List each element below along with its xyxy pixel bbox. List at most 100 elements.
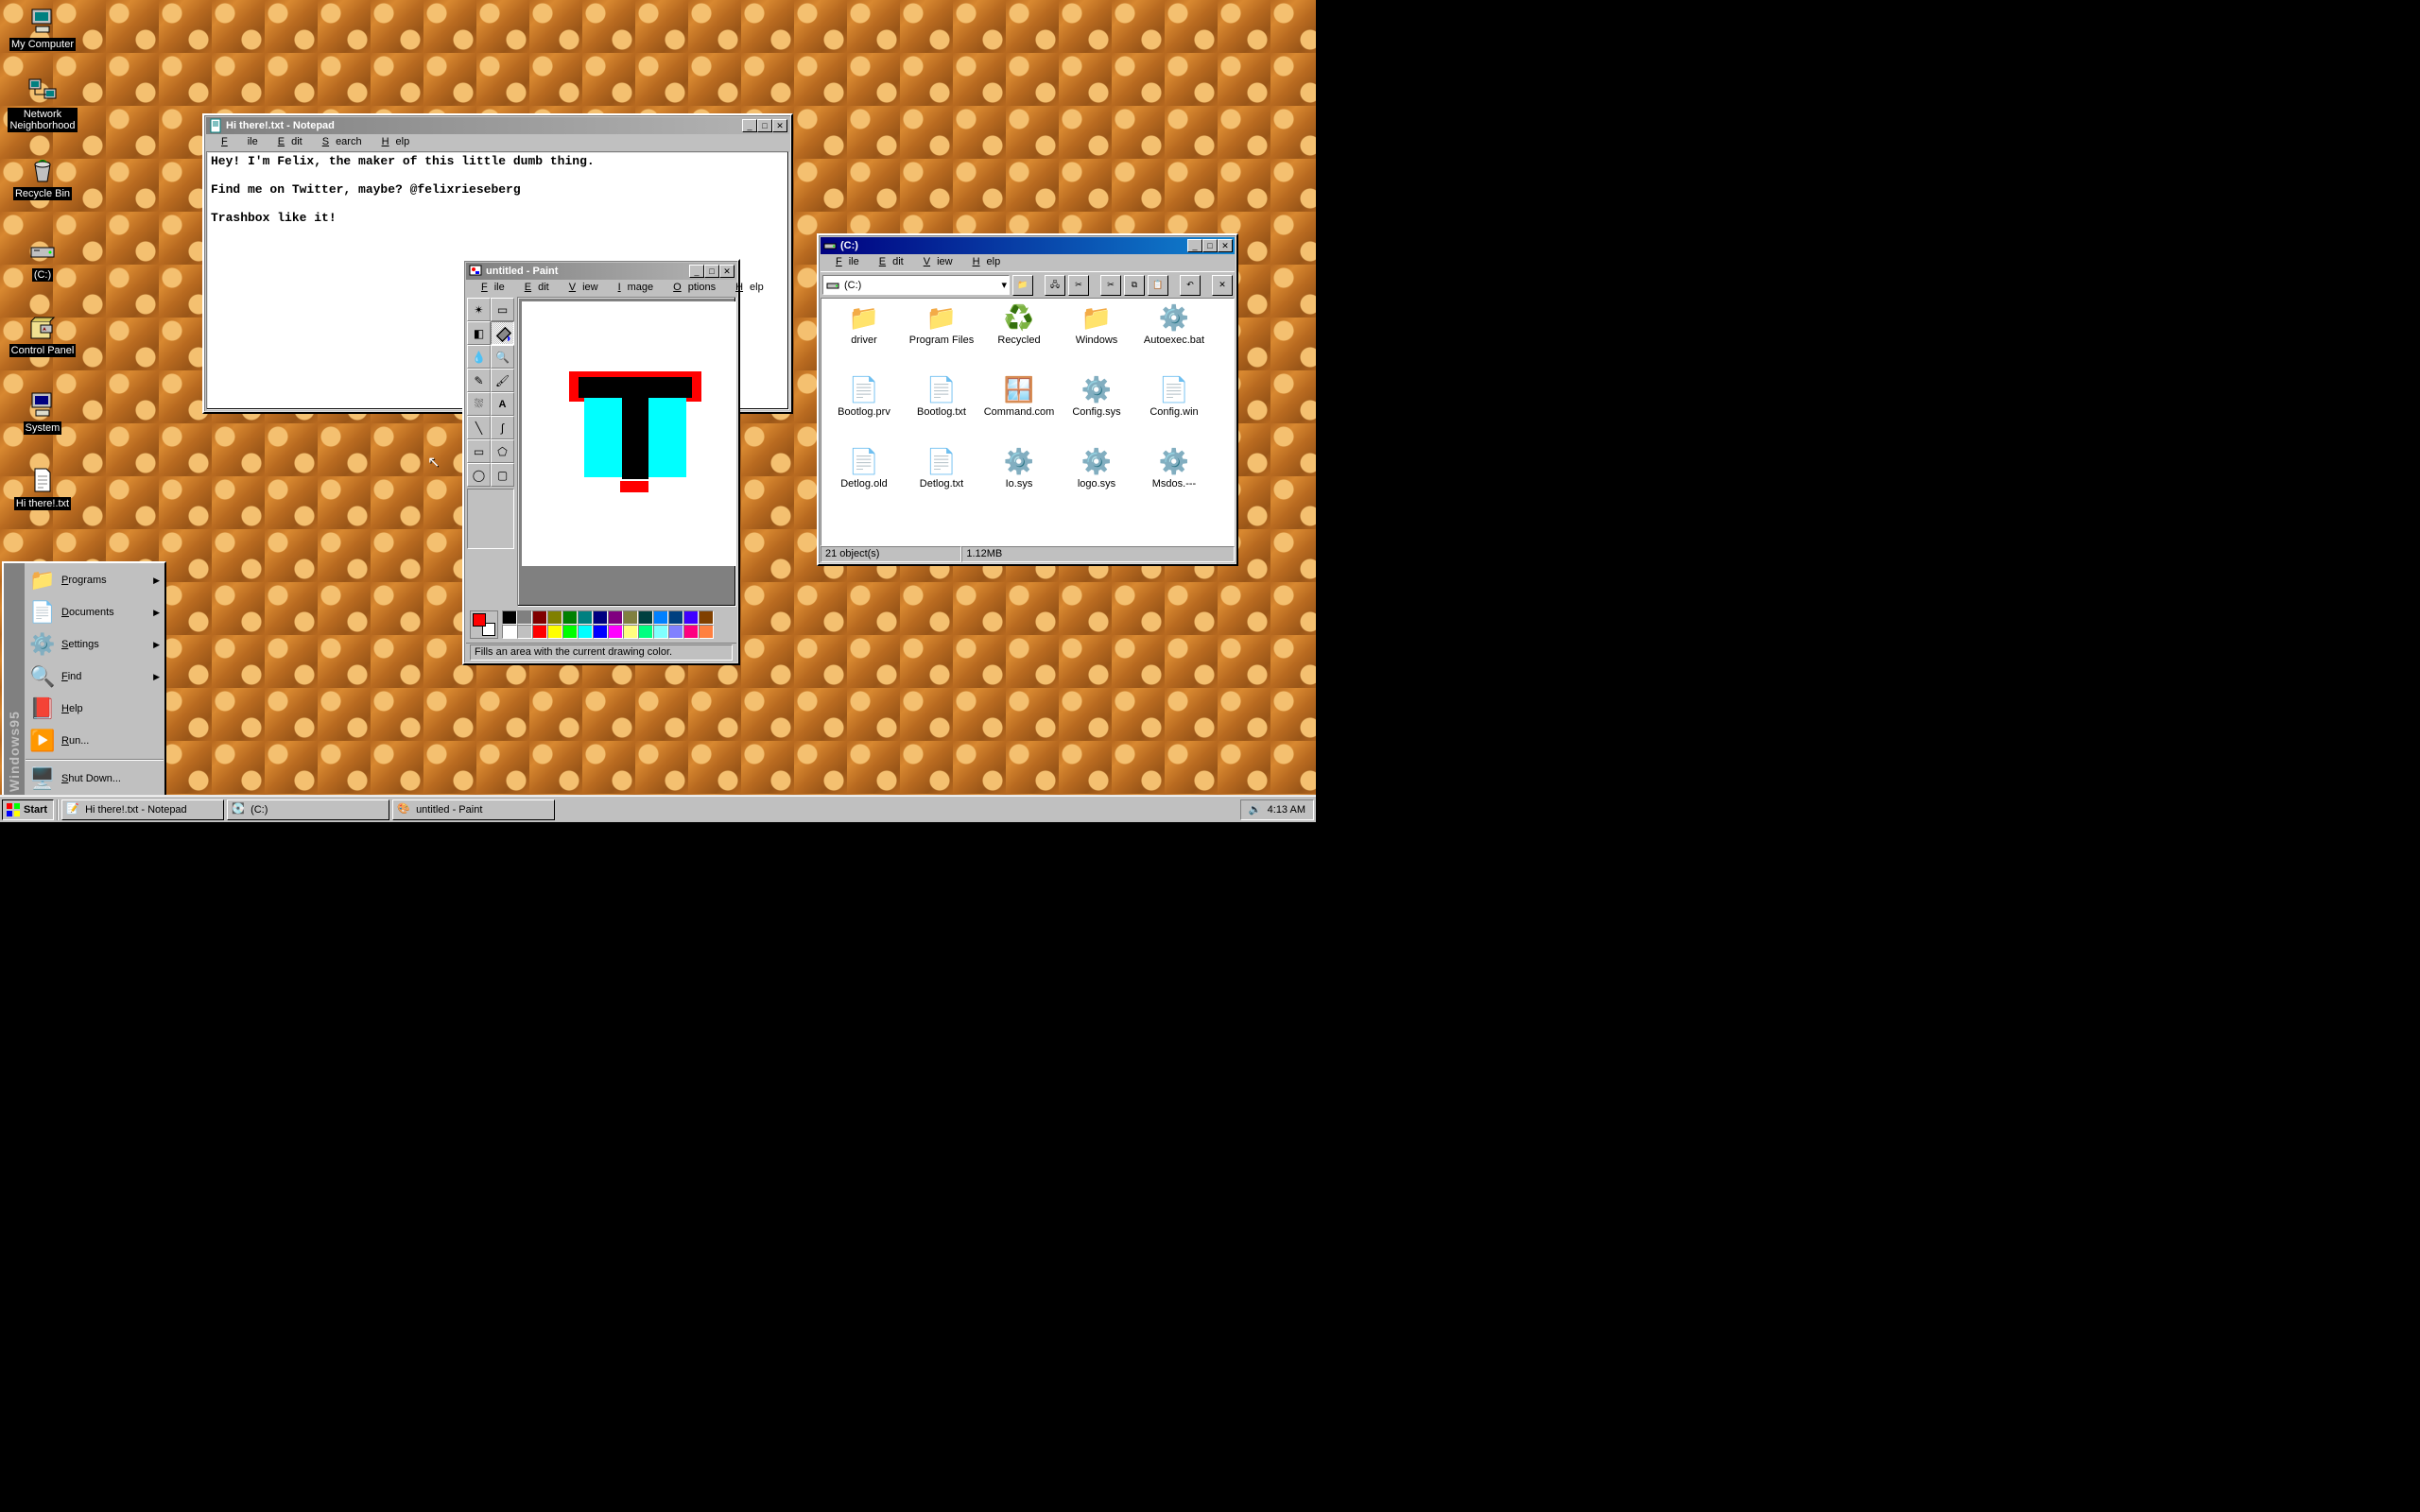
menu-help[interactable]: Help — [722, 280, 770, 297]
address-dropdown[interactable]: (C:) ▾ — [822, 275, 1010, 295]
maximize-button[interactable]: □ — [704, 265, 719, 278]
explorer-window[interactable]: (C:) _ □ ✕ File Edit View Help (C:) ▾ 📁 … — [817, 233, 1238, 566]
notepad-menubar[interactable]: File Edit Search Help — [206, 134, 789, 151]
color-swatch[interactable] — [593, 625, 608, 639]
minimize-button[interactable]: _ — [1187, 239, 1202, 252]
color-swatch[interactable] — [638, 625, 653, 639]
file-item[interactable]: ⚙️logo.sys — [1058, 446, 1135, 518]
desktop-icon-drive-c[interactable]: (C:) — [8, 236, 78, 282]
file-item[interactable]: ⚙️Config.sys — [1058, 374, 1135, 446]
undo-button[interactable]: ↶ — [1180, 275, 1201, 296]
color-swatch[interactable] — [623, 625, 638, 639]
tool-rounded-rect[interactable]: ▢ — [491, 463, 514, 487]
paint-canvas[interactable] — [522, 301, 736, 566]
delete-button[interactable]: ✕ — [1212, 275, 1233, 296]
tool-polygon[interactable]: ⬠ — [491, 439, 514, 463]
color-swatch[interactable] — [578, 610, 593, 625]
start-menu-item-help[interactable]: 📕Help — [26, 693, 164, 725]
desktop[interactable]: My Computer Network Neighborhood Recycle… — [0, 0, 1316, 822]
menu-edit[interactable]: Edit — [511, 280, 556, 297]
close-button[interactable]: ✕ — [1218, 239, 1233, 252]
start-menu-item-find[interactable]: 🔍Find▶ — [26, 661, 164, 693]
file-item[interactable]: 📁driver — [825, 302, 903, 374]
paint-fg-bg-indicator[interactable] — [470, 610, 498, 639]
color-swatch[interactable] — [668, 610, 683, 625]
system-tray[interactable]: 🔊 4:13 AM — [1240, 799, 1314, 820]
color-swatch[interactable] — [547, 625, 562, 639]
file-item[interactable]: 📁Program Files — [903, 302, 980, 374]
color-swatch[interactable] — [562, 610, 578, 625]
color-swatch[interactable] — [593, 610, 608, 625]
tool-fill[interactable] — [491, 321, 514, 345]
tool-curve[interactable]: ∫ — [491, 416, 514, 439]
desktop-icon-control-panel[interactable]: Control Panel — [8, 312, 78, 357]
desktop-icon-system[interactable]: System — [8, 389, 78, 435]
file-item[interactable]: ♻️Recycled — [980, 302, 1058, 374]
desktop-icon-network[interactable]: Network Neighborhood — [8, 76, 78, 132]
paint-titlebar[interactable]: untitled - Paint _ □ ✕ — [466, 263, 736, 280]
color-swatch[interactable] — [502, 625, 517, 639]
copy-button[interactable]: ⧉ — [1124, 275, 1145, 296]
maximize-button[interactable]: □ — [1202, 239, 1218, 252]
menu-view[interactable]: View — [910, 254, 959, 271]
tool-eyedropper[interactable]: 💧 — [467, 345, 491, 369]
tool-free-select[interactable]: ✴ — [467, 298, 491, 321]
color-swatch[interactable] — [683, 610, 699, 625]
taskbar[interactable]: Start 📝Hi there!.txt - Notepad💽(C:)🎨unti… — [0, 796, 1316, 822]
desktop-icon-my-computer[interactable]: My Computer — [8, 6, 78, 51]
tool-line[interactable]: ╲ — [467, 416, 491, 439]
file-item[interactable]: 📄Detlog.txt — [903, 446, 980, 518]
up-one-level-button[interactable]: 📁 — [1012, 275, 1033, 296]
color-swatch[interactable] — [683, 625, 699, 639]
tool-eraser[interactable]: ◧ — [467, 321, 491, 345]
menu-search[interactable]: Search — [309, 134, 369, 151]
paint-palette[interactable] — [502, 610, 714, 639]
taskbar-button[interactable]: 🎨untitled - Paint — [392, 799, 555, 820]
color-swatch[interactable] — [562, 625, 578, 639]
file-item[interactable]: 📄Config.win — [1135, 374, 1213, 446]
explorer-toolbar[interactable]: (C:) ▾ 📁 🖧 ✂ ✂ ⧉ 📋 ↶ ✕ — [821, 271, 1235, 298]
paint-menubar[interactable]: File Edit View Image Options Help — [466, 280, 736, 297]
desktop-icon-recycle-bin[interactable]: Recycle Bin — [8, 155, 78, 200]
file-item[interactable]: ⚙️Msdos.--- — [1135, 446, 1213, 518]
color-swatch[interactable] — [502, 610, 517, 625]
menu-help[interactable]: Help — [959, 254, 1008, 271]
menu-help[interactable]: Help — [369, 134, 417, 151]
menu-view[interactable]: View — [556, 280, 605, 297]
color-swatch[interactable] — [578, 625, 593, 639]
file-item[interactable]: ⚙️Autoexec.bat — [1135, 302, 1213, 374]
paint-canvas-area[interactable] — [517, 297, 736, 607]
start-menu-items[interactable]: 📁Programs▶📄Documents▶⚙️Settings▶🔍Find▶📕H… — [25, 563, 164, 796]
menu-image[interactable]: Image — [605, 280, 661, 297]
close-button[interactable]: ✕ — [772, 119, 787, 132]
maximize-button[interactable]: □ — [757, 119, 772, 132]
menu-edit[interactable]: Edit — [866, 254, 910, 271]
desktop-icon-hi-there[interactable]: Hi there!.txt — [8, 465, 78, 510]
task-buttons[interactable]: 📝Hi there!.txt - Notepad💽(C:)🎨untitled -… — [61, 799, 555, 820]
tool-zoom[interactable]: 🔍 — [491, 345, 514, 369]
file-item[interactable]: 🪟Command.com — [980, 374, 1058, 446]
paste-button[interactable]: 📋 — [1148, 275, 1168, 296]
file-item[interactable]: 📄Bootlog.prv — [825, 374, 903, 446]
color-swatch[interactable] — [653, 625, 668, 639]
color-swatch[interactable] — [517, 610, 532, 625]
file-item[interactable]: 📄Detlog.old — [825, 446, 903, 518]
taskbar-button[interactable]: 💽(C:) — [227, 799, 389, 820]
tool-brush[interactable]: 🖌 — [491, 369, 514, 392]
tool-airbrush[interactable]: ⛆ — [467, 392, 491, 416]
color-swatch[interactable] — [608, 625, 623, 639]
menu-options[interactable]: Options — [660, 280, 722, 297]
minimize-button[interactable]: _ — [689, 265, 704, 278]
paint-colorbar[interactable] — [466, 607, 736, 643]
chevron-down-icon[interactable]: ▾ — [1001, 279, 1007, 291]
file-item[interactable]: 📁Windows — [1058, 302, 1135, 374]
color-swatch[interactable] — [699, 625, 714, 639]
start-menu-item-programs[interactable]: 📁Programs▶ — [26, 564, 164, 596]
menu-edit[interactable]: Edit — [265, 134, 309, 151]
file-item[interactable]: ⚙️Io.sys — [980, 446, 1058, 518]
color-swatch[interactable] — [547, 610, 562, 625]
explorer-menubar[interactable]: File Edit View Help — [821, 254, 1235, 271]
start-menu-item-documents[interactable]: 📄Documents▶ — [26, 596, 164, 628]
color-swatch[interactable] — [699, 610, 714, 625]
menu-file[interactable]: File — [208, 134, 265, 151]
